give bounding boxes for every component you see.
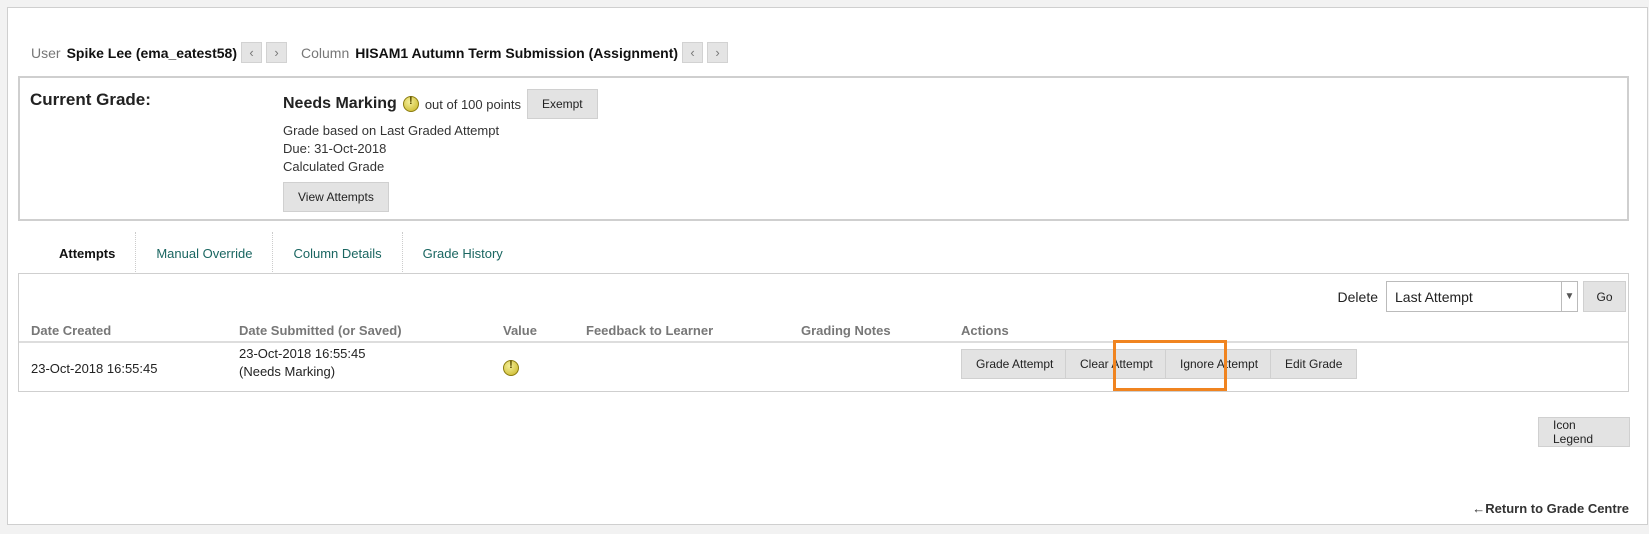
header-grading-notes: Grading Notes bbox=[801, 323, 891, 338]
tab-bar: Attempts Manual Override Column Details … bbox=[37, 232, 523, 274]
exempt-button[interactable]: Exempt bbox=[526, 89, 598, 119]
chevron-right-icon: › bbox=[274, 45, 279, 60]
grade-attempt-button[interactable]: Grade Attempt bbox=[961, 349, 1069, 379]
calculated-grade: Calculated Grade bbox=[283, 159, 385, 174]
user-column-bar: User Spike Lee (ema_eatest58) ‹ › Column… bbox=[31, 42, 729, 63]
header-date-created: Date Created bbox=[31, 323, 112, 338]
attempts-panel: Delete Last Attempt ▼ Go Date Created Da… bbox=[18, 273, 1629, 392]
grade-basis: Grade based on Last Graded Attempt bbox=[283, 123, 500, 138]
tab-column-details[interactable]: Column Details bbox=[273, 232, 403, 274]
needs-marking-icon bbox=[503, 359, 519, 376]
prev-user-button[interactable]: ‹ bbox=[241, 42, 262, 63]
header-actions: Actions bbox=[961, 323, 1009, 338]
delete-controls: Delete Last Attempt ▼ Go bbox=[1338, 281, 1626, 312]
due-date: Due: 31-Oct-2018 bbox=[283, 141, 387, 156]
header-feedback: Feedback to Learner bbox=[586, 323, 714, 338]
header-date-submitted: Date Submitted (or Saved) bbox=[239, 323, 402, 338]
chevron-down-icon: ▼ bbox=[1561, 282, 1577, 311]
table-row: 23-Oct-2018 16:55:45 23-Oct-2018 16:55:4… bbox=[19, 344, 1628, 391]
view-attempts-button[interactable]: View Attempts bbox=[283, 182, 389, 212]
tab-attempts[interactable]: Attempts bbox=[37, 232, 137, 274]
icon-legend-button[interactable]: Icon Legend bbox=[1538, 417, 1630, 447]
prev-column-button[interactable]: ‹ bbox=[682, 42, 704, 63]
user-name: Spike Lee (ema_eatest58) bbox=[66, 44, 237, 61]
delete-select-value: Last Attempt bbox=[1395, 288, 1473, 305]
go-button[interactable]: Go bbox=[1583, 281, 1626, 312]
next-column-button[interactable]: › bbox=[707, 42, 729, 63]
needs-marking-icon bbox=[402, 95, 419, 112]
return-to-grade-centre-link[interactable]: ←Return to Grade Centre bbox=[1472, 501, 1629, 516]
delete-label: Delete bbox=[1337, 288, 1378, 305]
tab-grade-history[interactable]: Grade History bbox=[403, 232, 523, 274]
current-grade-panel: Current Grade: Needs Marking out of 100 … bbox=[18, 76, 1629, 221]
next-user-button[interactable]: › bbox=[266, 42, 287, 63]
clear-attempt-highlight bbox=[1113, 340, 1227, 391]
current-grade-title: Current Grade: bbox=[30, 90, 151, 109]
chevron-left-icon: ‹ bbox=[249, 45, 254, 60]
header-value: Value bbox=[503, 323, 537, 338]
submitted-status: (Needs Marking) bbox=[239, 364, 336, 379]
column-label: Column bbox=[301, 44, 350, 61]
points-possible: out of 100 points bbox=[424, 96, 521, 112]
grade-status: Needs Marking bbox=[283, 95, 397, 112]
chevron-right-icon: › bbox=[715, 45, 720, 60]
user-label: User bbox=[31, 44, 61, 61]
chevron-left-icon: ‹ bbox=[690, 45, 695, 60]
column-name: HISAM1 Autumn Term Submission (Assignmen… bbox=[355, 44, 679, 61]
date-created: 23-Oct-2018 16:55:45 bbox=[31, 361, 158, 376]
tab-manual-override[interactable]: Manual Override bbox=[136, 232, 274, 274]
date-submitted: 23-Oct-2018 16:55:45 bbox=[239, 346, 366, 361]
delete-select[interactable]: Last Attempt ▼ bbox=[1386, 281, 1578, 312]
table-header: Date Created Date Submitted (or Saved) V… bbox=[19, 321, 1628, 343]
edit-grade-button[interactable]: Edit Grade bbox=[1270, 349, 1358, 379]
